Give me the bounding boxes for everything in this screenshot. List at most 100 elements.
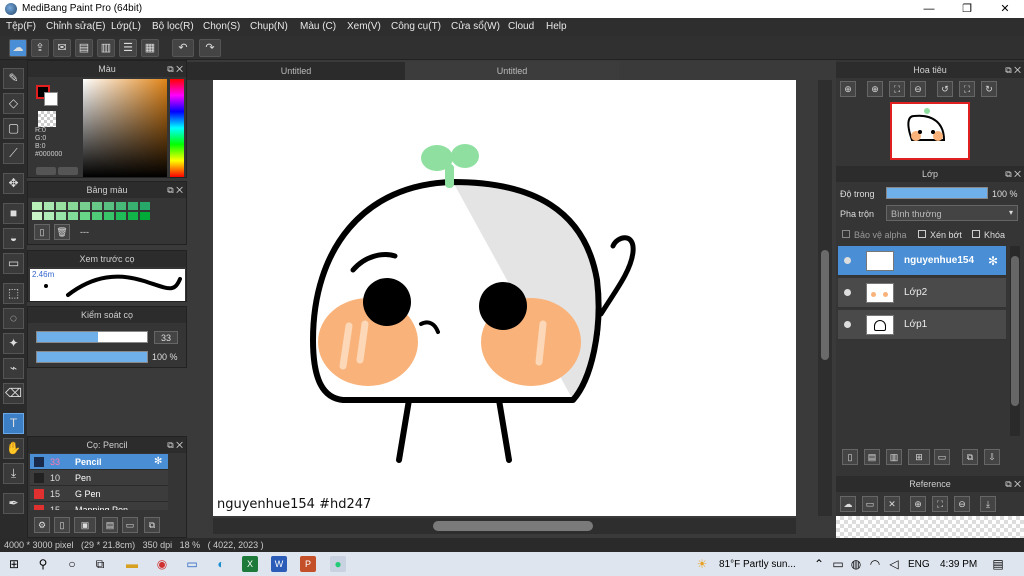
palette-swatch[interactable] bbox=[104, 202, 114, 210]
lock-checkbox[interactable] bbox=[972, 230, 980, 238]
clipping-checkbox[interactable] bbox=[918, 230, 926, 238]
file-explorer-icon[interactable]: ▬ bbox=[124, 556, 140, 572]
gradient-icon[interactable]: ▭ bbox=[3, 253, 24, 274]
word-icon[interactable]: W bbox=[271, 556, 287, 572]
layer-row[interactable]: Lớp1 bbox=[838, 310, 1006, 340]
weather-text[interactable]: 81°F Partly sun... bbox=[719, 559, 796, 570]
layer-doc-icon[interactable]: ▥ bbox=[886, 449, 902, 465]
rotate-right-icon[interactable]: ↻ bbox=[981, 81, 997, 97]
hue-slider[interactable] bbox=[170, 79, 184, 177]
add-layer-menu-icon[interactable]: ⊞ bbox=[908, 449, 930, 465]
message-icon[interactable]: ▤ bbox=[75, 39, 93, 57]
select-eraser-icon[interactable]: ⌫ bbox=[3, 383, 24, 404]
page-icon[interactable]: ▥ bbox=[97, 39, 115, 57]
eraser-icon[interactable]: ◇ bbox=[3, 93, 24, 114]
duplicate-layer-icon[interactable]: ⧉ bbox=[962, 449, 978, 465]
medibang-taskbar-icon[interactable]: ● bbox=[330, 556, 346, 572]
zoom-out-icon[interactable]: ⊖ bbox=[910, 81, 926, 97]
edge-icon[interactable]: ◐ bbox=[213, 556, 229, 572]
hand-icon[interactable]: ✋ bbox=[3, 438, 24, 459]
palette-swatch[interactable] bbox=[140, 212, 150, 220]
text-icon[interactable]: T bbox=[3, 413, 24, 434]
chevron-up-icon[interactable]: ⌃ bbox=[811, 556, 827, 572]
navigator-thumbnail[interactable] bbox=[890, 102, 970, 160]
gear-icon[interactable]: ✻ bbox=[154, 456, 162, 467]
excel-icon[interactable]: X bbox=[242, 556, 258, 572]
battery-icon[interactable]: ▭ bbox=[830, 556, 846, 572]
brush-list-item[interactable]: 15 Mapping Pen bbox=[30, 502, 168, 510]
select-pen-icon[interactable]: ⌁ bbox=[3, 358, 24, 379]
move-icon[interactable]: ✥ bbox=[3, 173, 24, 194]
tab-untitled-1[interactable]: Untitled bbox=[187, 62, 405, 80]
reference-fit-icon[interactable]: ⛶ bbox=[932, 496, 948, 512]
brush-list-item[interactable]: 10 Pen bbox=[30, 470, 168, 486]
palette-swatch[interactable] bbox=[80, 212, 90, 220]
new-layer-icon[interactable]: ▯ bbox=[842, 449, 858, 465]
new-brush-icon[interactable]: ▯ bbox=[54, 517, 70, 533]
palette-swatch[interactable] bbox=[56, 202, 66, 210]
menu-cloud[interactable]: Cloud bbox=[508, 21, 534, 32]
tab-untitled-2[interactable]: Untitled bbox=[405, 62, 619, 80]
magic-wand-icon[interactable]: ✦ bbox=[3, 333, 24, 354]
network-icon[interactable]: ◍ bbox=[848, 556, 864, 572]
monitor-icon[interactable]: ▭ bbox=[184, 556, 200, 572]
brush-size-slider[interactable] bbox=[36, 331, 148, 343]
palette-swatch[interactable] bbox=[104, 212, 114, 220]
windows-start-icon[interactable]: ⊞ bbox=[6, 556, 22, 572]
eyedropper-icon[interactable]: ⤓ bbox=[3, 463, 24, 484]
grid-icon[interactable]: ▦ bbox=[141, 39, 159, 57]
palette-swatch[interactable] bbox=[32, 202, 42, 210]
wifi-icon[interactable]: ◠ bbox=[867, 556, 883, 572]
palette-swatch[interactable] bbox=[92, 202, 102, 210]
palette-swatch[interactable] bbox=[44, 212, 54, 220]
clock[interactable]: 4:39 PM bbox=[940, 559, 977, 570]
palette-swatch[interactable] bbox=[68, 202, 78, 210]
menu-layer[interactable]: Lớp(L) bbox=[111, 21, 141, 32]
drawing-canvas[interactable]: nguyenhue154 #hd247 bbox=[213, 80, 796, 516]
rect-select-icon[interactable]: ▢ bbox=[3, 118, 24, 139]
vertical-scroll-thumb[interactable] bbox=[821, 250, 829, 360]
brush-copy-icon[interactable]: ⧉ bbox=[144, 517, 160, 533]
fit-icon[interactable]: ⛶ bbox=[889, 81, 905, 97]
visibility-eye-icon[interactable] bbox=[844, 321, 851, 328]
brush-settings-icon[interactable]: ⚙ bbox=[34, 517, 50, 533]
palette-swatch[interactable] bbox=[140, 202, 150, 210]
reference-open-icon[interactable]: ▭ bbox=[862, 496, 878, 512]
menu-view[interactable]: Xem(V) bbox=[347, 21, 381, 32]
menu-capture[interactable]: Chụp(N) bbox=[250, 21, 288, 32]
menu-filter[interactable]: Bộ lọc(R) bbox=[152, 21, 194, 32]
bucket-icon[interactable]: ◒ bbox=[3, 228, 24, 249]
task-view-icon[interactable]: ⧉ bbox=[92, 556, 108, 572]
panel-close-icon[interactable]: ⧉ ✕ bbox=[167, 61, 183, 77]
upload-icon[interactable]: ⇪ bbox=[31, 39, 49, 57]
layers-scrollbar[interactable] bbox=[1010, 246, 1020, 436]
zoom-in-icon-2[interactable]: ⊕ bbox=[867, 81, 883, 97]
comment-icon[interactable]: ✉ bbox=[53, 39, 71, 57]
palette-swatch[interactable] bbox=[68, 212, 78, 220]
horizontal-scroll-thumb[interactable] bbox=[433, 521, 593, 531]
menu-color[interactable]: Màu (C) bbox=[300, 21, 336, 32]
search-icon[interactable]: ⚲ bbox=[35, 556, 51, 572]
gear-icon[interactable]: ✻ bbox=[988, 254, 998, 268]
menu-window[interactable]: Cửa sổ(W) bbox=[451, 21, 500, 32]
reference-zoom-in-icon[interactable]: ⊕ bbox=[910, 496, 926, 512]
palette-swatch[interactable] bbox=[80, 202, 90, 210]
app-icon-red[interactable]: ◉ bbox=[154, 556, 170, 572]
brush-size-value[interactable]: 33 bbox=[154, 331, 178, 344]
visibility-eye-icon[interactable] bbox=[844, 289, 851, 296]
panel-close-icon[interactable]: ⧉ ✕ bbox=[167, 182, 183, 198]
minimize-button[interactable]: — bbox=[910, 0, 948, 18]
notification-icon[interactable]: ▤ bbox=[990, 556, 1006, 572]
layer-row[interactable]: nguyenhue154 ✻ bbox=[838, 246, 1006, 276]
palette-swatch[interactable] bbox=[92, 212, 102, 220]
transparent-swatch[interactable] bbox=[38, 111, 56, 127]
background-color-swatch[interactable] bbox=[44, 92, 58, 106]
color-mode-button-2[interactable] bbox=[58, 167, 78, 175]
menu-help[interactable]: Help bbox=[546, 21, 567, 32]
redo-icon[interactable]: ↷ bbox=[199, 39, 221, 57]
powerpoint-icon[interactable]: P bbox=[300, 556, 316, 572]
protect-alpha-checkbox[interactable] bbox=[842, 230, 850, 238]
select-icon[interactable]: ⬚ bbox=[3, 283, 24, 304]
layer-row[interactable]: Lớp2 bbox=[838, 278, 1006, 308]
palette-swatch[interactable] bbox=[128, 212, 138, 220]
